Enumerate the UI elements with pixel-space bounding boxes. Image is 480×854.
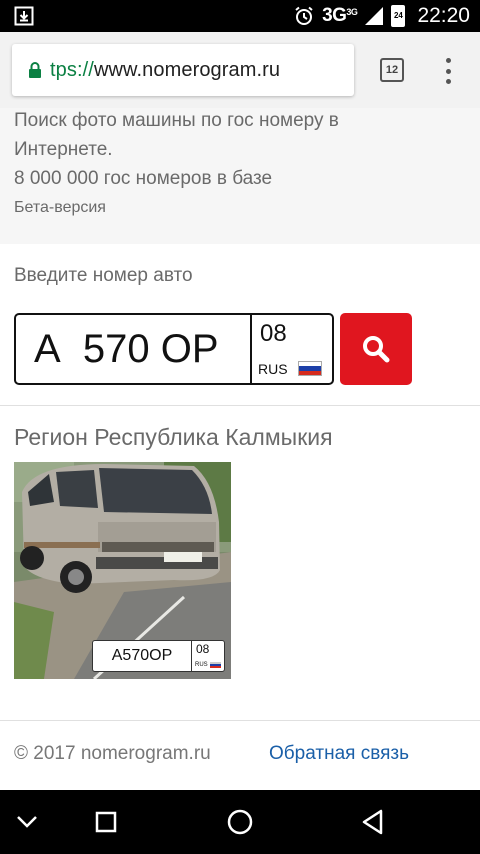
plate-input-label: Введите номер авто [14,265,193,286]
photo-plate: А570ОР 08 RUS [92,640,225,672]
divider [0,405,480,406]
address-bar[interactable]: tps://www.nomerogram.ru [12,44,354,96]
photo-plate-country: RUS [195,662,208,668]
intro-description: Поиск фото машины по гос номеру в Интерн… [14,110,339,160]
region-title: Регион Республика Калмыкия [14,424,333,450]
photo-plate-region: 08 [196,642,210,656]
status-bar: 3G3G 24 22:20 [0,0,480,32]
signal-icon [365,7,384,25]
overflow-menu-icon[interactable] [440,56,456,86]
search-button[interactable] [340,313,412,385]
alarm-icon [295,6,313,25]
battery-icon: 24 [391,5,406,27]
photo-plate-number: А570ОР [93,641,192,671]
network-type: 3G3G [322,5,358,26]
lock-icon [29,62,41,78]
url-text: tps://www.nomerogram.ru [50,58,281,81]
beta-label: Бета-версия [14,199,106,216]
car-photo[interactable]: А570ОР 08 RUS [14,462,231,679]
russian-flag-icon [210,662,221,668]
search-icon [363,336,390,363]
tab-switcher-button[interactable]: 12 [380,58,404,82]
divider [0,720,480,721]
plate-region-code: 08 [260,320,287,347]
russian-flag-icon [298,361,322,376]
plate-region-field[interactable]: 08 RUS [252,315,332,383]
plate-number-field[interactable]: А 570 ОР [16,315,252,383]
intro-count: 8 000 000 гос номеров в базе [14,168,273,189]
plate-input[interactable]: А 570 ОР 08 RUS [14,313,334,385]
home-icon[interactable] [200,790,280,854]
recents-icon[interactable] [66,790,146,854]
browser-toolbar: tps://www.nomerogram.ru 12 [0,32,480,108]
plate-country-code: RUS [258,361,288,377]
chevron-down-icon[interactable] [0,790,67,854]
back-icon[interactable] [333,790,413,854]
feedback-link[interactable]: Обратная связь [269,743,409,765]
download-notification-icon [14,6,34,26]
system-nav-bar [0,790,480,854]
footer-copyright: © 2017 nomerogram.ru [14,743,211,764]
battery-level: 24 [393,11,403,20]
clock: 22:20 [417,4,470,27]
intro-section: Поиск фото машины по гос номеру в Интерн… [0,108,480,244]
